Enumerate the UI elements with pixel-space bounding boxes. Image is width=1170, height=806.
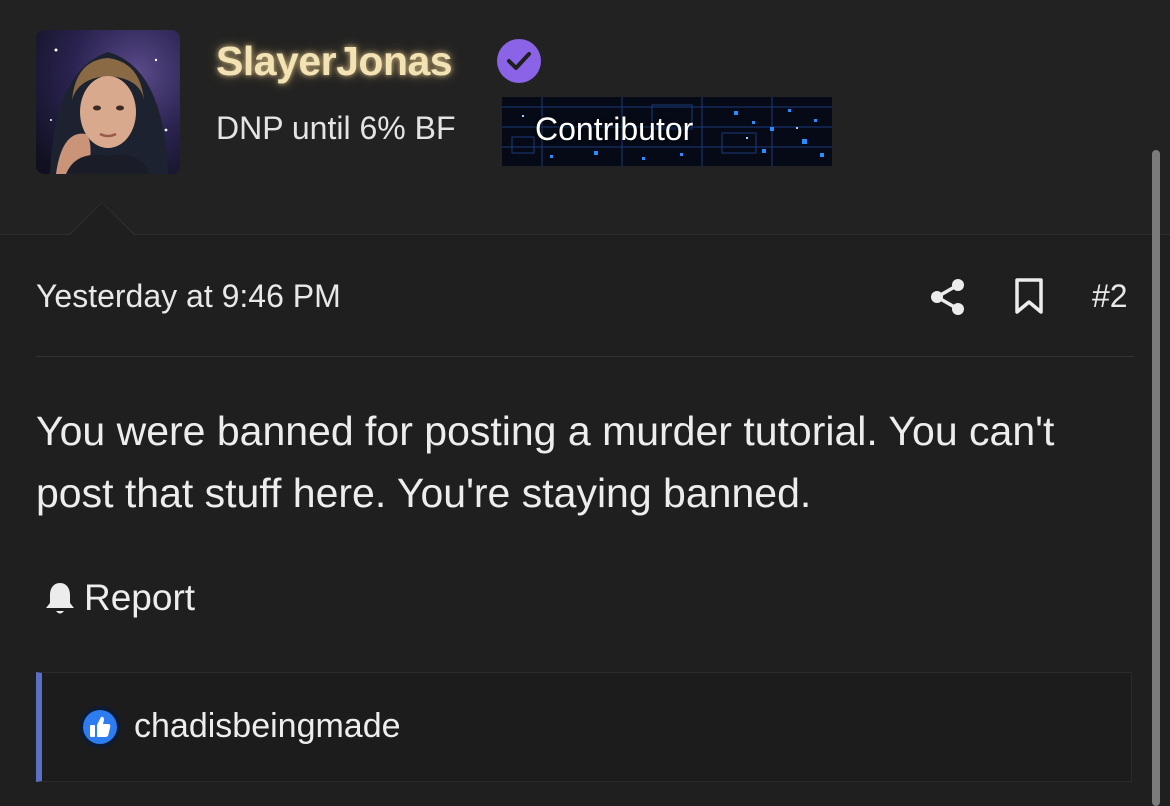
- post-number-link[interactable]: #2: [1092, 278, 1128, 315]
- forum-post-page: SlayerJonas DNP until 6% BF Contributor …: [0, 0, 1170, 806]
- header-pointer: [68, 202, 136, 236]
- verified-check-icon: [497, 39, 541, 83]
- user-avatar[interactable]: [36, 30, 180, 174]
- report-button[interactable]: Report: [44, 576, 195, 620]
- contributor-banner: Contributor: [502, 97, 832, 166]
- scrollbar[interactable]: [1152, 150, 1160, 806]
- reactions-bar[interactable]: chadisbeingmade: [36, 672, 1132, 782]
- reaction-user-link[interactable]: chadisbeingmade: [134, 707, 401, 746]
- badge-label: Contributor: [535, 111, 694, 147]
- meta-divider: [36, 356, 1134, 357]
- share-icon[interactable]: [928, 277, 968, 317]
- post-timestamp[interactable]: Yesterday at 9:46 PM: [36, 278, 341, 315]
- username[interactable]: SlayerJonas: [216, 38, 453, 85]
- user-title: DNP until 6% BF: [216, 110, 456, 146]
- post-author-header: SlayerJonas DNP until 6% BF Contributor: [0, 0, 1170, 236]
- bookmark-icon[interactable]: [1012, 277, 1046, 315]
- avatar-image: [36, 30, 180, 174]
- bell-icon: [46, 583, 74, 614]
- thumbs-up-icon: [79, 706, 121, 748]
- post-message: You were banned for posting a murder tut…: [36, 408, 1055, 516]
- report-label: Report: [84, 577, 196, 618]
